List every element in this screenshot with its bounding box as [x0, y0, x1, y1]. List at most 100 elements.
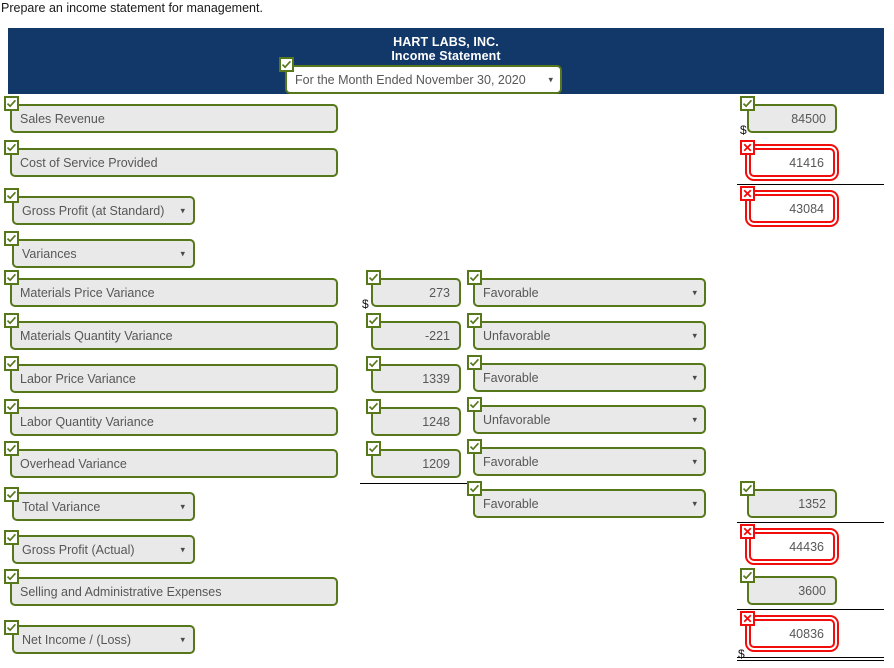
- variance-amount-input-7[interactable]: 1248: [371, 407, 461, 436]
- label-select-2[interactable]: Gross Profit (at Standard) ▾: [12, 196, 195, 225]
- company-name: HART LABS, INC.: [393, 35, 499, 49]
- chevron-down-icon: ▾: [180, 248, 185, 258]
- status-badge-amount-0: [740, 96, 755, 111]
- status-badge-label-5: [4, 313, 19, 328]
- label-value-5: Materials Quantity Variance: [20, 328, 173, 343]
- label-value-9: Total Variance: [22, 499, 101, 514]
- label-value-6: Labor Price Variance: [20, 371, 136, 386]
- label-select-9[interactable]: Total Variance ▾: [12, 492, 195, 521]
- variance-type-select-4[interactable]: Favorable ▾: [473, 278, 706, 307]
- variance-type-value-6: Favorable: [483, 370, 539, 385]
- amount-input-1[interactable]: 41416: [749, 148, 835, 177]
- variance-type-value-8: Favorable: [483, 454, 539, 469]
- label-value-10: Gross Profit (Actual): [22, 542, 135, 557]
- chevron-down-icon: ▾: [180, 634, 185, 644]
- status-badge-variance-type-6: [467, 355, 482, 370]
- variance-type-select-7[interactable]: Unfavorable ▾: [473, 405, 706, 434]
- status-badge-label-11: [4, 569, 19, 584]
- amount-value-9: 1352: [798, 496, 826, 511]
- status-badge-variance-type-8: [467, 439, 482, 454]
- amount-value-1: 41416: [789, 155, 824, 170]
- status-badge-variance-amount-7: [366, 399, 381, 414]
- period-select[interactable]: For the Month Ended November 30, 2020 ▾: [285, 65, 562, 94]
- label-value-0: Sales Revenue: [20, 111, 105, 126]
- chevron-down-icon: ▾: [692, 330, 697, 340]
- label-select-12[interactable]: Net Income / (Loss) ▾: [12, 625, 195, 654]
- period-select-value: For the Month Ended November 30, 2020: [295, 72, 526, 87]
- status-badge-variance-amount-8: [366, 441, 381, 456]
- status-badge-amount-1: [740, 140, 755, 155]
- label-input-4[interactable]: Materials Price Variance: [10, 278, 338, 307]
- label-input-8[interactable]: Overhead Variance: [10, 449, 338, 478]
- statement-title: Income Statement: [391, 49, 501, 63]
- amount-value-0: 84500: [791, 111, 826, 126]
- status-badge-label-12: [4, 620, 19, 635]
- variance-amount-value-7: 1248: [422, 414, 450, 429]
- status-badge-amount-9: [740, 481, 755, 496]
- label-input-5[interactable]: Materials Quantity Variance: [10, 321, 338, 350]
- variance-amount-input-4[interactable]: 273: [371, 278, 461, 307]
- label-input-11[interactable]: Selling and Administrative Expenses: [10, 577, 338, 606]
- chevron-down-icon: ▾: [548, 74, 553, 84]
- amount-input-12[interactable]: 40836: [749, 619, 835, 648]
- label-select-10[interactable]: Gross Profit (Actual) ▾: [12, 535, 195, 564]
- variance-amount-input-5[interactable]: -221: [371, 321, 461, 350]
- amount-input-0[interactable]: 84500: [747, 104, 837, 133]
- amount-value-2: 43084: [789, 201, 824, 216]
- chevron-down-icon: ▾: [692, 372, 697, 382]
- variance-type-select-8[interactable]: Favorable ▾: [473, 447, 706, 476]
- label-input-1[interactable]: Cost of Service Provided: [10, 148, 338, 177]
- label-value-7: Labor Quantity Variance: [20, 414, 154, 429]
- label-select-3[interactable]: Variances ▾: [12, 239, 195, 268]
- variance-amount-value-8: 1209: [422, 456, 450, 471]
- status-badge-label-9: [4, 487, 19, 502]
- amount-input-11[interactable]: 3600: [747, 576, 837, 605]
- label-value-2: Gross Profit (at Standard): [22, 203, 165, 218]
- chevron-down-icon: ▾: [180, 544, 185, 554]
- amount-input-10[interactable]: 44436: [749, 532, 835, 561]
- label-input-6[interactable]: Labor Price Variance: [10, 364, 338, 393]
- variance-type-select-9[interactable]: Favorable ▾: [473, 489, 706, 518]
- status-badge-label-3: [4, 231, 19, 246]
- status-badge-label-2: [4, 188, 19, 203]
- status-badge-variance-type-9: [467, 481, 482, 496]
- amount-input-2[interactable]: 43084: [749, 194, 835, 223]
- chevron-down-icon: ▾: [180, 205, 185, 215]
- total-rule-net-income: [737, 657, 884, 661]
- status-badge-variance-amount-6: [366, 356, 381, 371]
- amount-value-11: 3600: [798, 583, 826, 598]
- status-badge-variance-amount-5: [366, 313, 381, 328]
- variance-amount-input-8[interactable]: 1209: [371, 449, 461, 478]
- label-value-1: Cost of Service Provided: [20, 155, 158, 170]
- status-badge-variance-type-4: [467, 270, 482, 285]
- amount-input-9[interactable]: 1352: [747, 489, 837, 518]
- dollar-sign-amount-0: $: [740, 123, 747, 137]
- label-input-0[interactable]: Sales Revenue: [10, 104, 338, 133]
- label-value-3: Variances: [22, 246, 77, 261]
- variance-amount-value-4: 273: [429, 285, 450, 300]
- status-badge-variance-type-5: [467, 313, 482, 328]
- variance-type-value-9: Favorable: [483, 496, 539, 511]
- status-badge-period: [279, 57, 294, 72]
- status-badge-label-7: [4, 399, 19, 414]
- variance-amount-input-6[interactable]: 1339: [371, 364, 461, 393]
- subtotal-rule-total-variance: [360, 483, 470, 484]
- amount-value-12: 40836: [789, 626, 824, 641]
- income-statement-worksheet: Prepare an income statement for manageme…: [0, 0, 894, 668]
- chevron-down-icon: ▾: [692, 287, 697, 297]
- label-value-8: Overhead Variance: [20, 456, 127, 471]
- variance-type-value-4: Favorable: [483, 285, 539, 300]
- dollar-sign-amount-12: $: [738, 647, 745, 661]
- status-badge-amount-12: [740, 611, 755, 626]
- amount-value-10: 44436: [789, 539, 824, 554]
- subtotal-rule-gross-profit: [737, 184, 884, 185]
- label-input-7[interactable]: Labor Quantity Variance: [10, 407, 338, 436]
- status-badge-label-6: [4, 356, 19, 371]
- label-value-11: Selling and Administrative Expenses: [20, 584, 222, 599]
- variance-amount-value-5: -221: [424, 328, 450, 343]
- variance-type-select-6[interactable]: Favorable ▾: [473, 363, 706, 392]
- variance-type-select-5[interactable]: Unfavorable ▾: [473, 321, 706, 350]
- status-badge-variance-amount-4: [366, 270, 381, 285]
- variance-type-value-5: Unfavorable: [483, 328, 551, 343]
- variance-amount-value-6: 1339: [422, 371, 450, 386]
